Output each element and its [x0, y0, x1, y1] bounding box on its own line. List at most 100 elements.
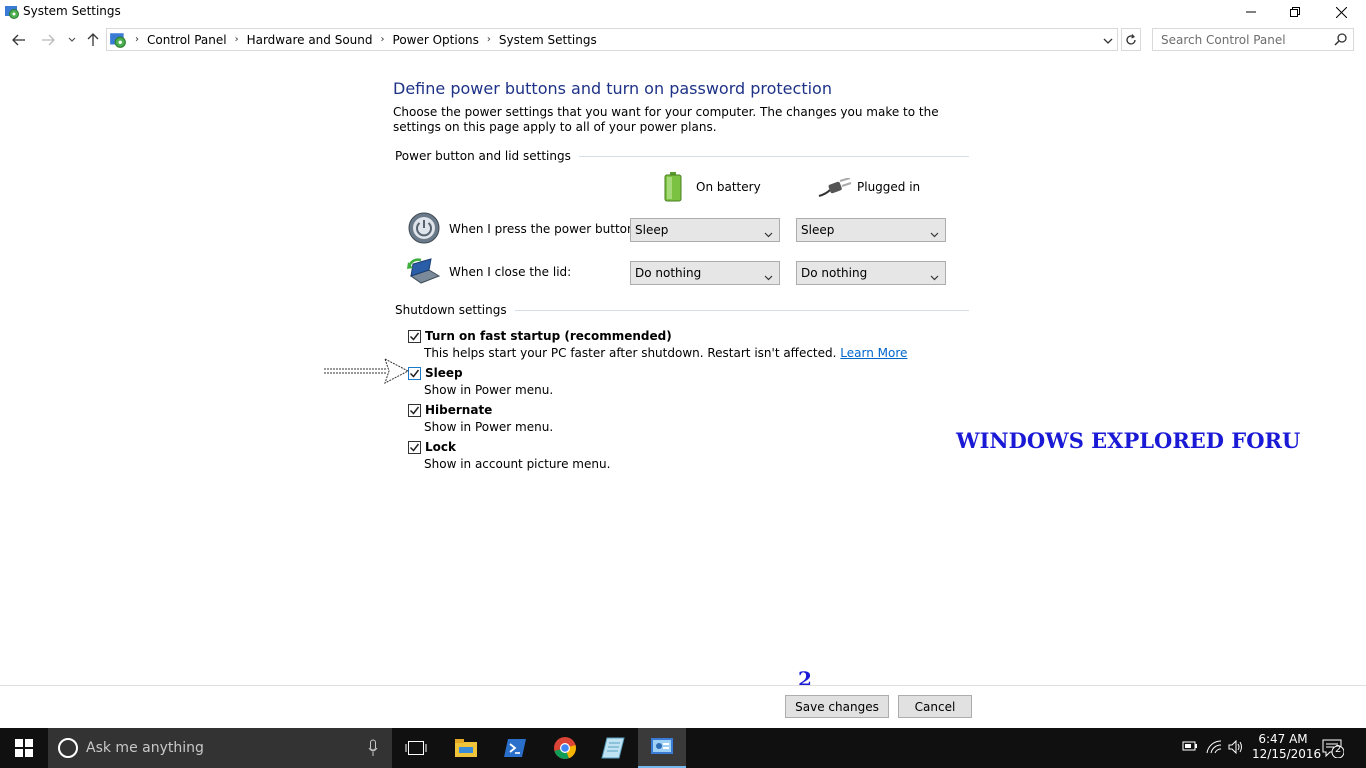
chrome-icon: [554, 737, 576, 760]
col-on-battery: On battery: [696, 180, 761, 194]
lid-close-plugged-select[interactable]: Do nothing: [796, 261, 946, 285]
lock-label[interactable]: Lock: [425, 440, 456, 454]
divider: [578, 155, 969, 157]
cancel-button[interactable]: Cancel: [898, 695, 972, 718]
cortana-icon[interactable]: [58, 738, 78, 758]
action-center-icon[interactable]: 2: [1322, 738, 1345, 761]
powershell-button[interactable]: [491, 728, 539, 768]
hibernate-label[interactable]: Hibernate: [425, 403, 492, 417]
battery-icon: [663, 172, 683, 205]
power-button-label: When I press the power button:: [449, 222, 639, 236]
system-clock[interactable]: 6:47 AM 12/15/2016: [1252, 732, 1322, 762]
control-panel-icon: [109, 31, 127, 49]
lock-checkbox[interactable]: [408, 440, 421, 454]
battery-tray-icon[interactable]: [1182, 740, 1198, 755]
control-panel-icon: [651, 738, 673, 754]
task-view-button[interactable]: [392, 728, 440, 768]
checkmark-icon: [409, 406, 420, 415]
sleep-option[interactable]: Sleep: [408, 366, 463, 380]
search-input[interactable]: [1161, 29, 1331, 50]
window-title: System Settings: [23, 4, 121, 18]
power-section-title: Power button and lid settings: [395, 149, 571, 163]
taskbar: Ask me anything 6:47 AM 12/15/2016 2: [0, 728, 1366, 768]
microphone-icon[interactable]: [368, 739, 378, 761]
control-panel-taskbar-button[interactable]: [638, 728, 686, 768]
divider: [0, 685, 1366, 686]
chevron-right-icon[interactable]: ›: [487, 34, 491, 45]
restore-button[interactable]: [1272, 0, 1318, 24]
task-view-icon: [405, 741, 427, 755]
hibernate-option[interactable]: Hibernate: [408, 403, 492, 417]
volume-icon[interactable]: [1228, 739, 1244, 757]
chevron-right-icon[interactable]: ›: [235, 34, 239, 45]
select-value: Sleep: [635, 223, 669, 237]
select-value: Do nothing: [635, 266, 702, 280]
sleep-checkbox[interactable]: [408, 366, 421, 380]
taskbar-search[interactable]: Ask me anything: [48, 728, 392, 768]
control-panel-icon: [4, 4, 20, 20]
annotation-arrow-icon: [323, 357, 410, 387]
checkmark-icon: [409, 443, 420, 452]
power-section-header: Power button and lid settings: [395, 149, 969, 163]
breadcrumb-system-settings[interactable]: System Settings: [499, 33, 597, 47]
chevron-down-icon: [764, 227, 773, 241]
fast-startup-desc-text: This helps start your PC faster after sh…: [424, 346, 837, 360]
breadcrumb-hardware-and-sound[interactable]: Hardware and Sound: [247, 33, 373, 47]
fast-startup-checkbox[interactable]: [408, 329, 421, 343]
divider: [514, 309, 969, 311]
fast-startup-option[interactable]: Turn on fast startup (recommended): [408, 329, 672, 343]
search-box[interactable]: [1152, 28, 1354, 51]
notepad-button[interactable]: [589, 728, 637, 768]
notepad-icon: [601, 737, 625, 759]
save-changes-button[interactable]: Save changes: [785, 695, 889, 718]
clock-date: 12/15/2016: [1252, 747, 1322, 761]
start-button[interactable]: [0, 728, 48, 768]
page-intro: Choose the power settings that you want …: [393, 105, 939, 134]
chrome-button[interactable]: [541, 728, 589, 768]
breadcrumb-power-options[interactable]: Power Options: [393, 33, 479, 47]
sleep-description: Show in Power menu.: [424, 383, 554, 397]
lid-close-battery-select[interactable]: Do nothing: [630, 261, 780, 285]
shutdown-section-title: Shutdown settings: [395, 303, 507, 317]
sleep-label[interactable]: Sleep: [425, 366, 463, 380]
powershell-icon: [504, 739, 526, 757]
checkmark-icon: [409, 369, 420, 378]
page-title: Define power buttons and turn on passwor…: [393, 79, 832, 98]
lock-option[interactable]: Lock: [408, 440, 456, 454]
forward-arrow-icon[interactable]: [38, 30, 58, 50]
wifi-icon[interactable]: [1206, 740, 1222, 757]
col-plugged-in: Plugged in: [857, 180, 921, 194]
watermark-text: WINDOWS EXPLORED FORU: [956, 428, 1301, 453]
refresh-button[interactable]: [1121, 28, 1141, 51]
back-arrow-icon[interactable]: [9, 30, 29, 50]
address-dropdown-icon[interactable]: [1103, 34, 1113, 48]
address-bar[interactable]: › Control Panel › Hardware and Sound › P…: [106, 28, 1118, 51]
notification-count-badge: 2: [1335, 744, 1342, 755]
checkmark-icon: [409, 332, 420, 341]
recent-locations-chevron-icon[interactable]: [62, 30, 82, 50]
breadcrumb: › Control Panel › Hardware and Sound › P…: [107, 29, 597, 50]
fast-startup-description: This helps start your PC faster after sh…: [424, 346, 907, 360]
hibernate-checkbox[interactable]: [408, 403, 421, 417]
chevron-right-icon[interactable]: ›: [381, 34, 385, 45]
minimize-button[interactable]: [1228, 0, 1274, 24]
learn-more-link[interactable]: Learn More: [840, 346, 907, 360]
shutdown-section-header: Shutdown settings: [395, 303, 969, 317]
file-explorer-button[interactable]: [442, 728, 490, 768]
power-plug-icon: [818, 177, 852, 201]
close-button[interactable]: [1318, 0, 1364, 24]
power-button-battery-select[interactable]: Sleep: [630, 218, 780, 242]
breadcrumb-control-panel[interactable]: Control Panel: [147, 33, 227, 47]
fast-startup-label[interactable]: Turn on fast startup (recommended): [425, 329, 672, 343]
lock-description: Show in account picture menu.: [424, 457, 611, 471]
search-icon[interactable]: [1334, 33, 1347, 49]
folder-icon: [455, 739, 477, 757]
power-button-plugged-select[interactable]: Sleep: [796, 218, 946, 242]
up-arrow-icon[interactable]: [83, 30, 103, 50]
select-value: Sleep: [801, 223, 835, 237]
taskbar-search-placeholder[interactable]: Ask me anything: [86, 740, 204, 756]
clock-time: 6:47 AM: [1258, 732, 1308, 746]
title-bar: System Settings: [0, 0, 1366, 24]
windows-logo-icon: [15, 739, 33, 757]
chevron-right-icon: ›: [135, 34, 139, 45]
